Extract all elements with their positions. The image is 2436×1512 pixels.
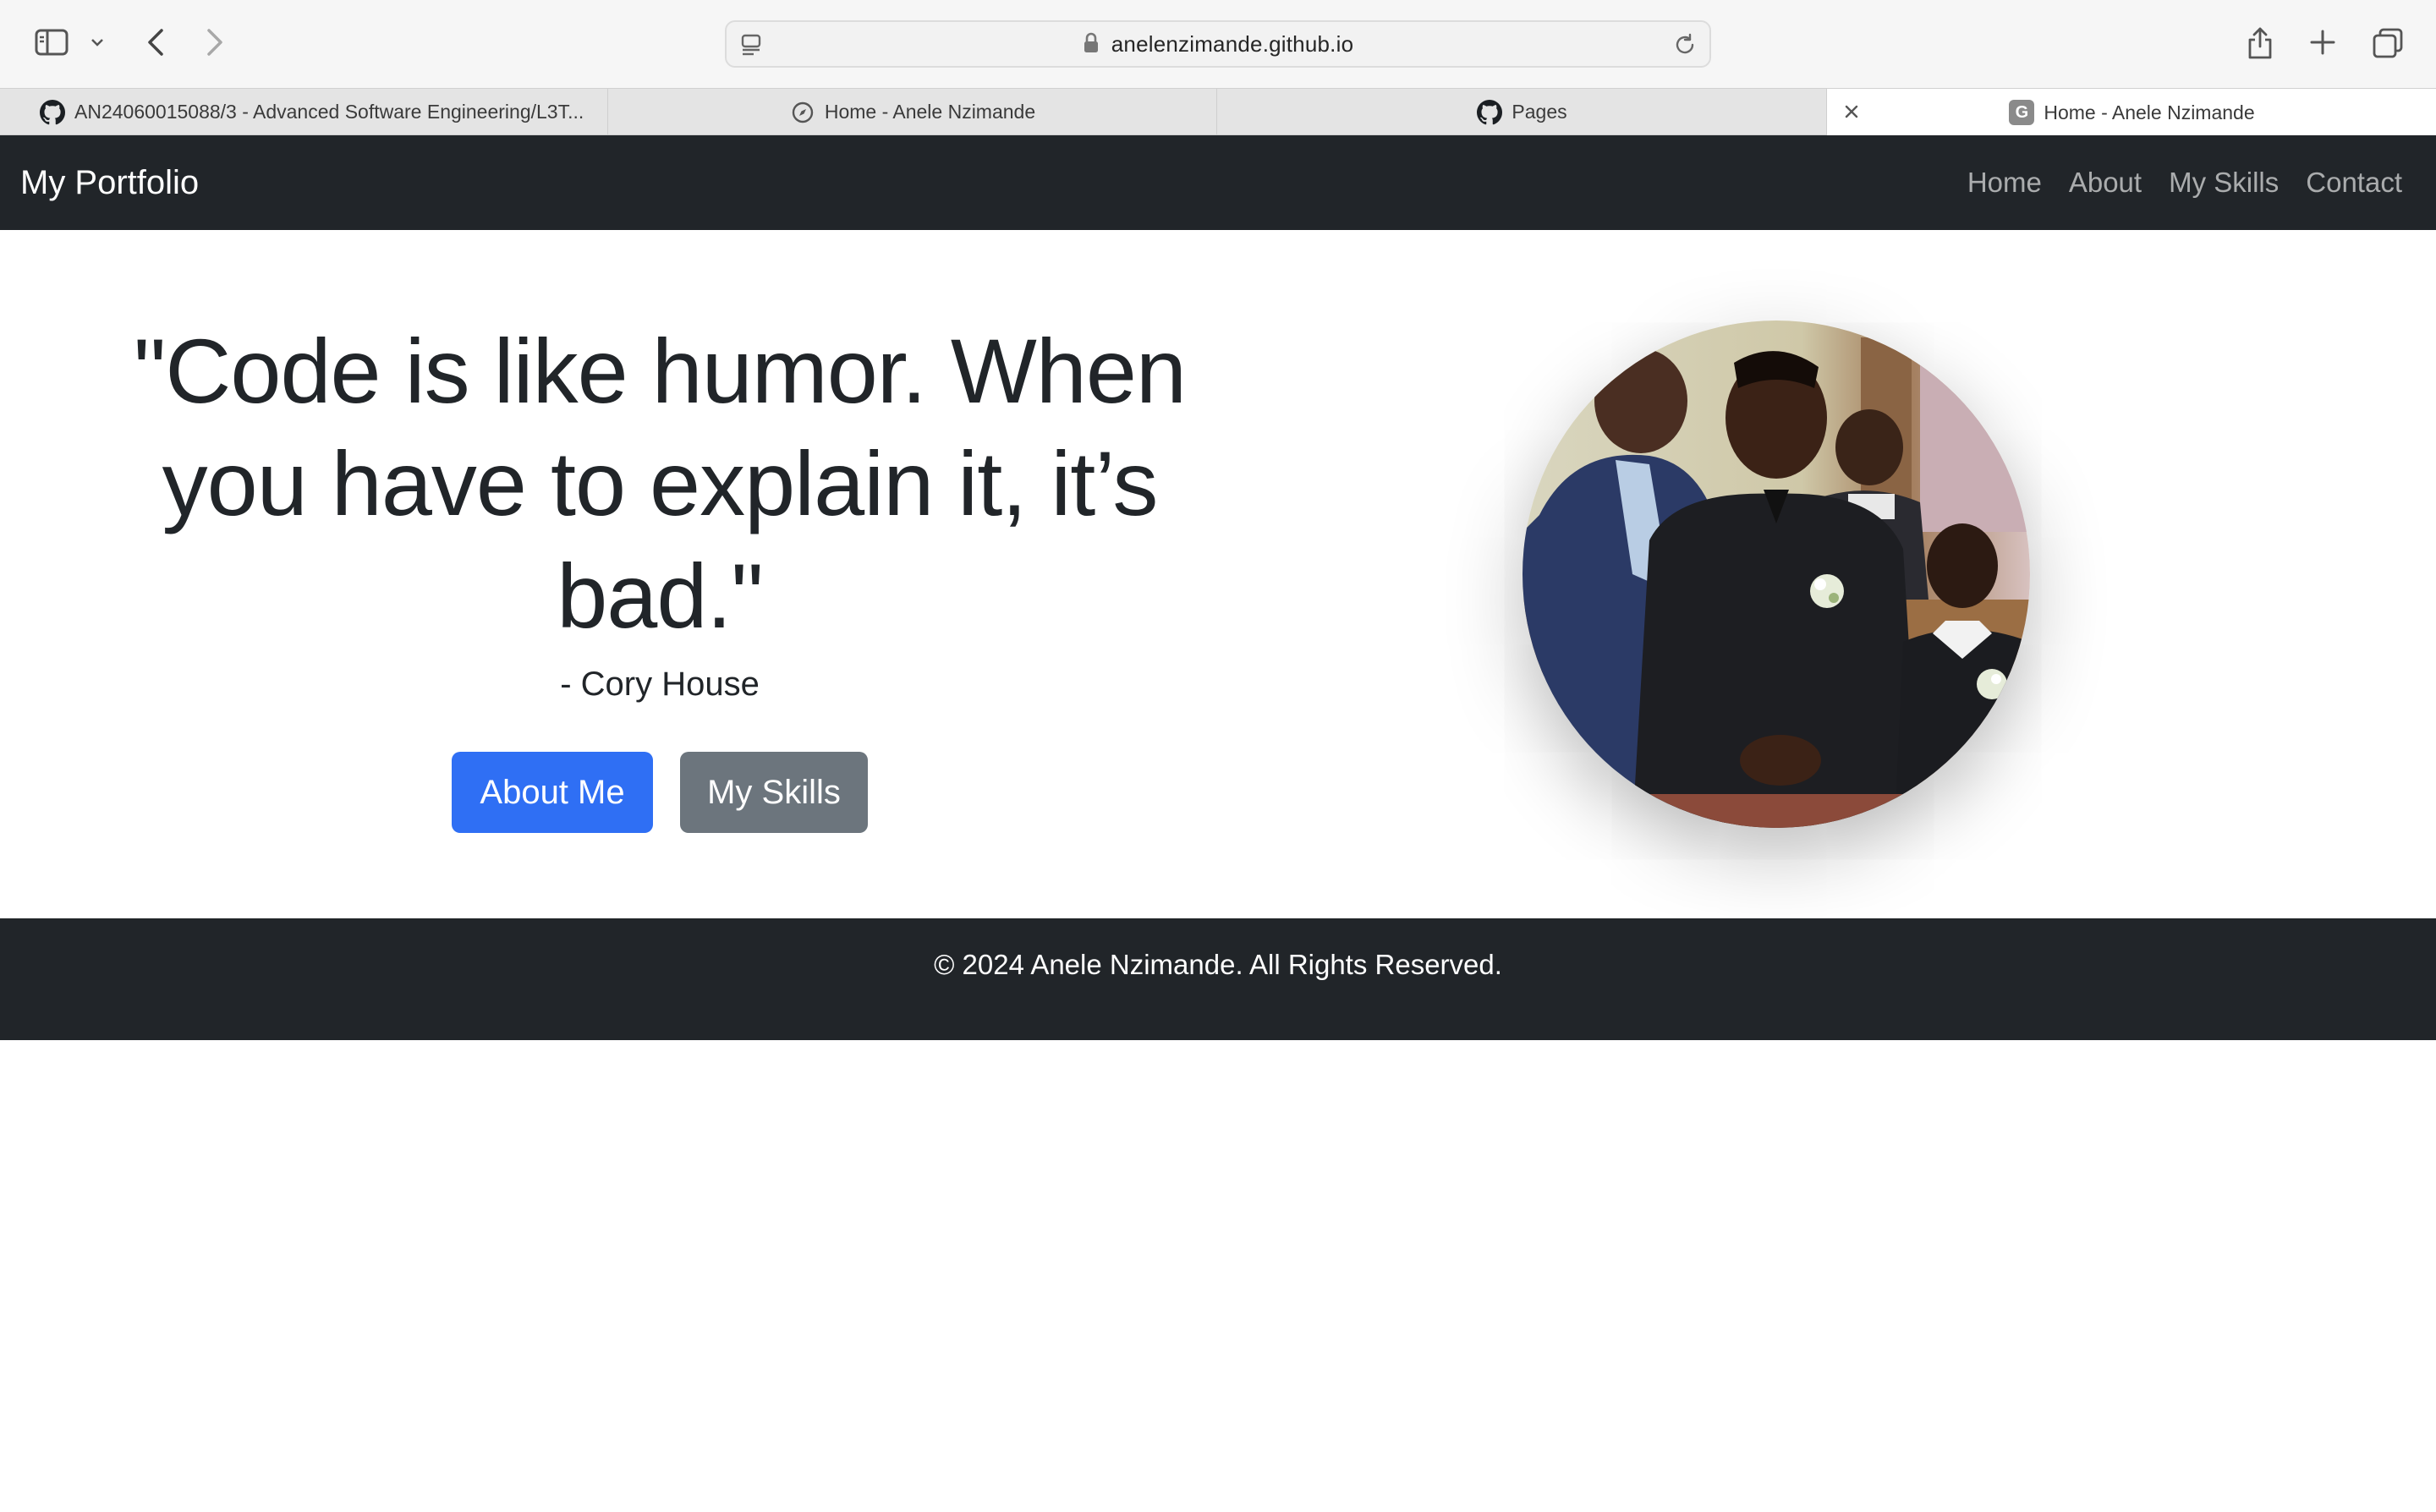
hero-section: "Code is like humor. When you have to ex… <box>0 230 2436 918</box>
tab-pages[interactable]: Pages <box>1217 89 1827 135</box>
tab-overview-icon[interactable] <box>2368 24 2407 63</box>
footer-copyright: © 2024 Anele Nzimande. All Rights Reserv… <box>934 949 1502 980</box>
tab-home-anele-active[interactable]: G Home - Anele Nzimande <box>1827 89 2436 136</box>
tab-title: Home - Anele Nzimande <box>2044 101 2255 123</box>
profile-photo <box>1522 320 2030 828</box>
tab-title: AN24060015088/3 - Advanced Software Engi… <box>74 101 584 123</box>
tab-title: Pages <box>1512 101 1567 123</box>
quote-column: "Code is like humor. When you have to ex… <box>118 230 1201 833</box>
address-bar[interactable]: anelenzimande.github.io <box>725 20 1711 68</box>
github-icon <box>1476 99 1503 126</box>
tab-home-anele[interactable]: Home - Anele Nzimande <box>608 89 1217 135</box>
new-tab-icon[interactable] <box>2304 24 2341 61</box>
share-icon[interactable] <box>2241 20 2279 64</box>
site-footer: © 2024 Anele Nzimande. All Rights Reserv… <box>0 918 2436 1040</box>
sidebar-toggle-icon[interactable] <box>32 25 71 59</box>
chevron-down-icon[interactable] <box>88 32 107 52</box>
hero-quote: "Code is like humor. When you have to ex… <box>118 315 1201 652</box>
nav-link-skills[interactable]: My Skills <box>2169 167 2279 199</box>
hero-buttons: About Me My Skills <box>118 752 1201 833</box>
tab-title: Home - Anele Nzimande <box>824 101 1036 123</box>
site-navbar: My Portfolio Home About My Skills Contac… <box>0 135 2436 230</box>
quote-line: bad." <box>557 545 764 647</box>
compass-icon <box>789 99 816 126</box>
quote-line: "Code is like humor. When <box>134 320 1187 422</box>
tab-strip: AN24060015088/3 - Advanced Software Engi… <box>0 88 2436 136</box>
close-icon[interactable] <box>1839 99 1864 124</box>
lock-icon <box>1083 32 1101 56</box>
quote-author: - Cory House <box>560 666 760 703</box>
g-letter-icon: G <box>2008 99 2035 126</box>
my-skills-button[interactable]: My Skills <box>680 752 868 833</box>
forward-arrow-icon[interactable] <box>201 24 228 61</box>
navbar-brand[interactable]: My Portfolio <box>20 135 199 230</box>
nav-links: Home About My Skills Contact <box>1940 135 2402 230</box>
browser-toolbar: anelenzimande.github.io <box>0 0 2436 88</box>
nav-link-contact[interactable]: Contact <box>2306 167 2402 199</box>
quote-line: you have to explain it, it’s <box>162 432 1159 534</box>
tab-github-repo[interactable]: AN24060015088/3 - Advanced Software Engi… <box>0 89 608 135</box>
favicon-letter: G <box>2009 100 2035 125</box>
github-icon <box>39 99 66 126</box>
about-me-button[interactable]: About Me <box>452 752 653 833</box>
back-arrow-icon[interactable] <box>142 24 169 61</box>
nav-link-home[interactable]: Home <box>1967 167 2042 199</box>
nav-link-about[interactable]: About <box>2069 167 2142 199</box>
reload-icon[interactable] <box>1672 32 1698 58</box>
url-text: anelenzimande.github.io <box>1111 30 1354 57</box>
